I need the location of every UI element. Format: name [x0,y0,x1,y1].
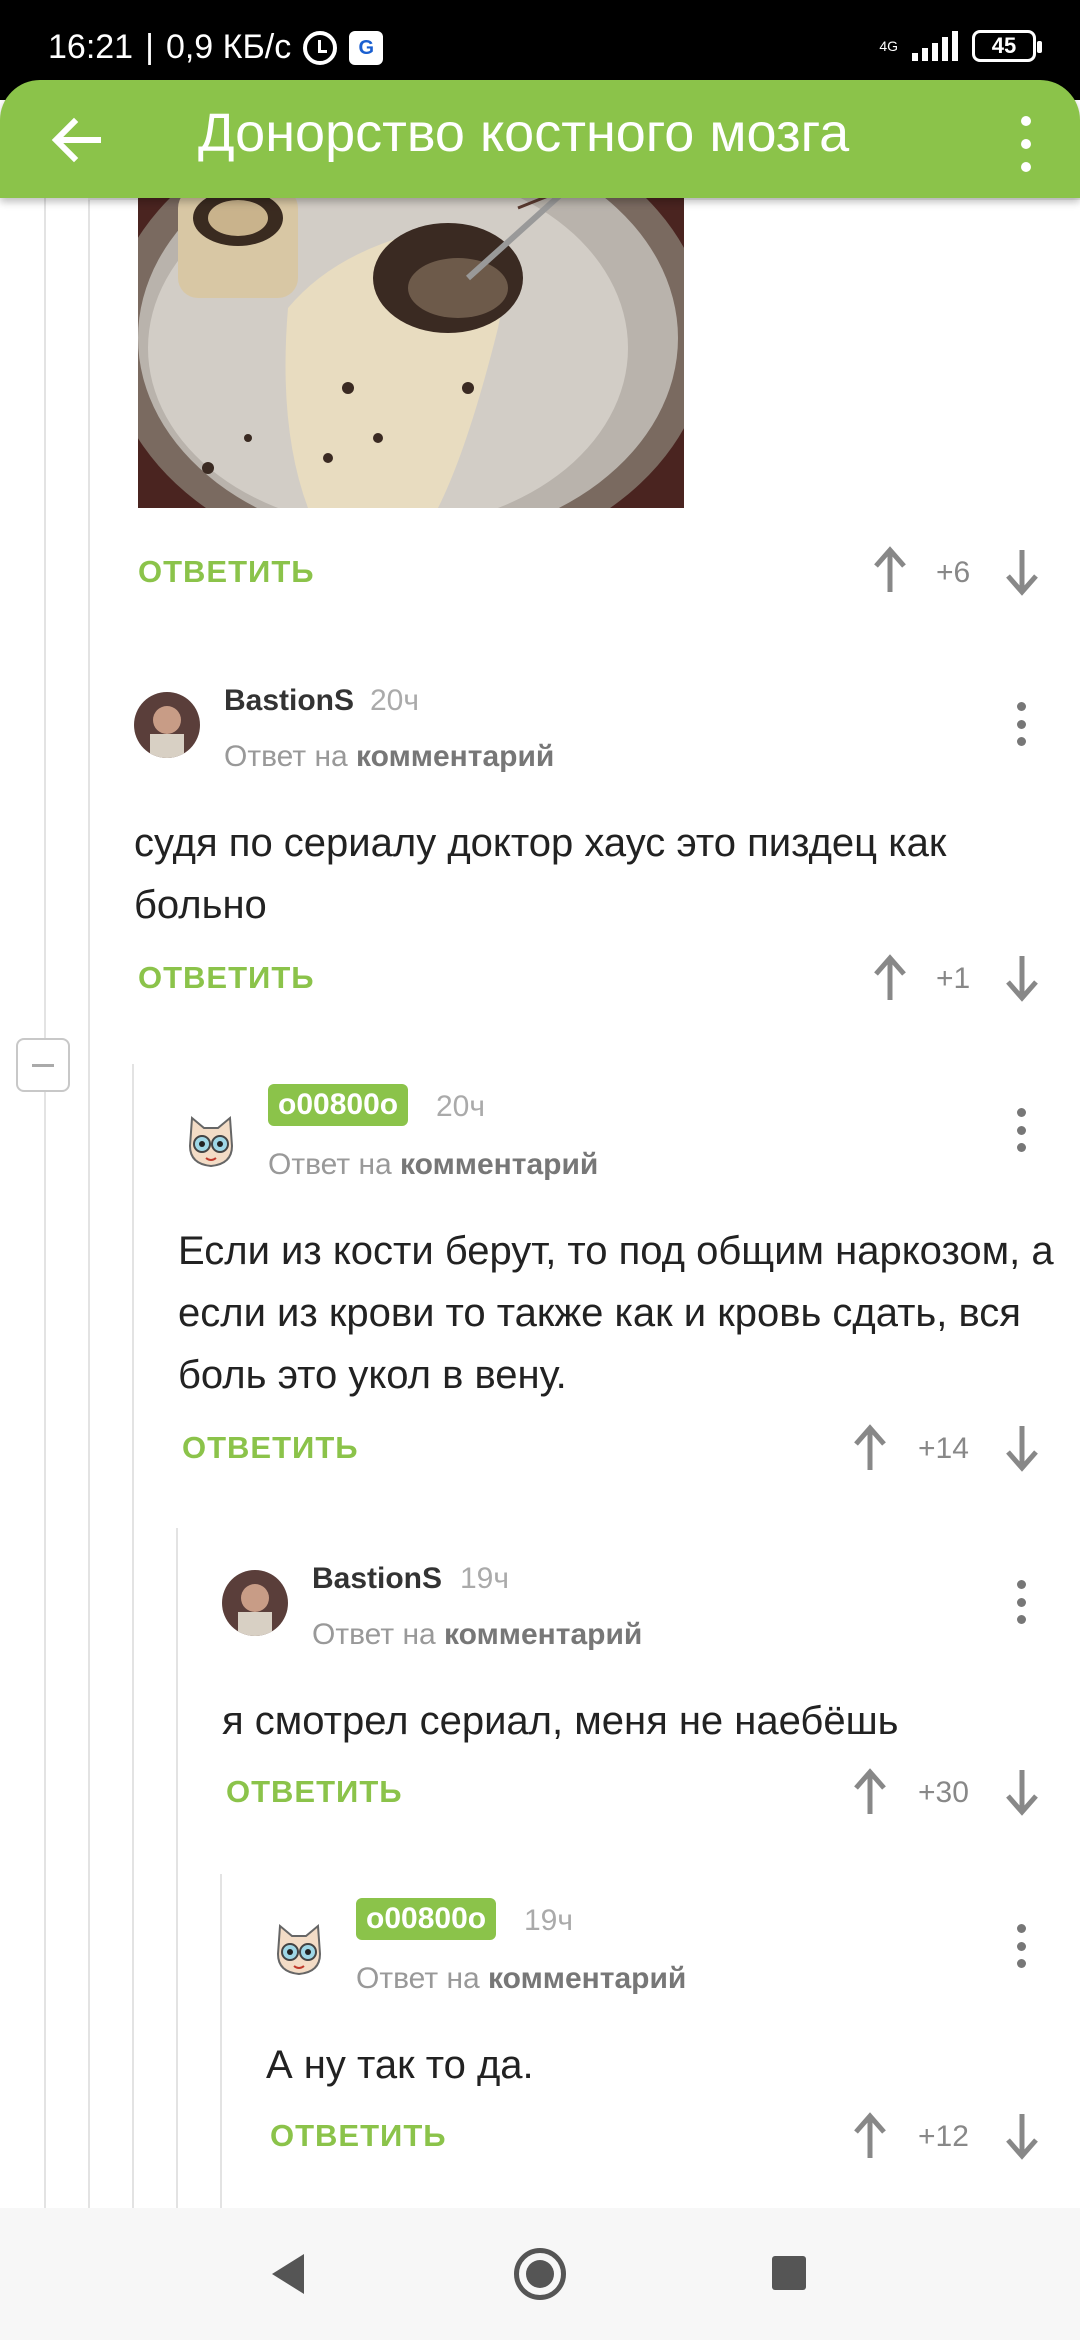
downvote-icon[interactable] [1004,1424,1040,1472]
reply-to-text: Ответ на комментарий [268,1148,598,1182]
more-options-icon[interactable] [1016,116,1036,172]
comment-time: 20ч [436,1090,485,1123]
status-right: 4G 45 [879,30,1042,62]
downvote-icon[interactable] [1004,1768,1040,1816]
reply-to-prefix: Ответ на [356,1962,480,1995]
app-bar: Донорство костного мозга [0,80,1080,198]
avatar[interactable] [134,692,200,758]
thread-line [220,1874,222,2208]
app-notification-icon: G [349,30,384,65]
comment-score: +14 [918,1432,969,1465]
battery-level: 45 [991,33,1017,58]
thread-line [132,1064,134,2208]
comment-text: А ну так то да. [266,2043,534,2087]
alarm-icon [303,30,338,65]
user-avatar-image [266,1914,332,1980]
status-separator: | [145,28,154,66]
signal-icon [912,31,958,61]
comment-text: Если из кости берут, то под общим наркоз… [178,1229,1054,1397]
avatar[interactable] [266,1914,332,1980]
upvote-icon[interactable] [872,954,908,1002]
reply-to-text: Ответ на комментарий [356,1962,686,1996]
collapse-thread-button[interactable] [16,1038,70,1092]
reply-to-link[interactable]: комментарий [488,1962,686,1995]
downvote-icon[interactable] [1004,954,1040,1002]
comment-username[interactable]: o00800o [268,1084,409,1126]
comment-time: 19ч [524,1904,573,1937]
upvote-icon[interactable] [852,2112,888,2160]
reply-to-text: Ответ на комментарий [224,740,554,774]
comment-time: 20ч [370,684,419,717]
comment-score: +30 [918,1776,969,1809]
user-avatar-image [222,1570,288,1636]
downvote-icon[interactable] [1004,548,1040,596]
system-nav-bar [0,2208,1080,2340]
user-avatar-image [134,692,200,758]
upvote-icon[interactable] [852,1768,888,1816]
reply-button[interactable]: ОТВЕТИТЬ [270,2118,447,2154]
comment-time: 19ч [460,1562,509,1595]
comment-menu-icon[interactable] [1014,1108,1028,1152]
comment-menu-icon[interactable] [1014,1924,1028,1968]
comment-username[interactable]: BastionS [312,1562,442,1596]
thread-line [44,198,46,2208]
user-avatar-image [178,1106,244,1172]
thread-line [88,198,90,2208]
nav-back-icon[interactable] [272,2254,304,2294]
back-arrow-icon[interactable] [48,112,104,168]
status-left: 16:21 | 0,9 КБ/с G [48,28,384,67]
comment-text: я смотрел сериал, меня не наебёшь [222,1699,899,1743]
comment-username[interactable]: BastionS [224,684,354,718]
downvote-icon[interactable] [1004,2112,1040,2160]
page-title: Донорство костного мозга [198,103,850,163]
thread-line [176,1528,178,2208]
comment-username[interactable]: o00800o [356,1898,497,1940]
comment-text: судя по сериалу доктор хаус это пиздец к… [134,821,947,927]
comment-score: +6 [936,556,971,589]
reply-button[interactable]: ОТВЕТИТЬ [138,554,315,590]
nav-home-icon[interactable] [514,2248,566,2300]
bone-marrow-photo [138,198,684,508]
upvote-icon[interactable] [852,1424,888,1472]
comment-score: +1 [936,962,971,995]
comment-menu-icon[interactable] [1014,702,1028,746]
reply-button[interactable]: ОТВЕТИТЬ [226,1774,403,1810]
reply-to-text: Ответ на комментарий [312,1618,642,1652]
avatar[interactable] [222,1570,288,1636]
reply-to-link[interactable]: комментарий [400,1148,598,1181]
status-time: 16:21 [48,28,134,66]
reply-to-prefix: Ответ на [312,1618,436,1651]
upvote-icon[interactable] [872,546,908,594]
comment-image[interactable] [138,198,684,508]
nav-recents-icon[interactable] [772,2256,806,2290]
reply-button[interactable]: ОТВЕТИТЬ [138,960,315,996]
battery-icon: 45 [972,30,1042,62]
reply-button[interactable]: ОТВЕТИТЬ [182,1430,359,1466]
reply-to-link[interactable]: комментарий [444,1618,642,1651]
comment-score: +12 [918,2120,969,2153]
avatar[interactable] [178,1106,244,1172]
status-speed: 0,9 КБ/с [165,28,292,66]
comments-thread[interactable]: ОТВЕТИТЬ +6 BastionS 20ч Ответ на коммен… [0,198,1080,2208]
reply-to-link[interactable]: комментарий [356,740,554,773]
reply-to-prefix: Ответ на [224,740,348,773]
reply-to-prefix: Ответ на [268,1148,392,1181]
comment-menu-icon[interactable] [1014,1580,1028,1624]
network-type: 4G [879,38,898,54]
